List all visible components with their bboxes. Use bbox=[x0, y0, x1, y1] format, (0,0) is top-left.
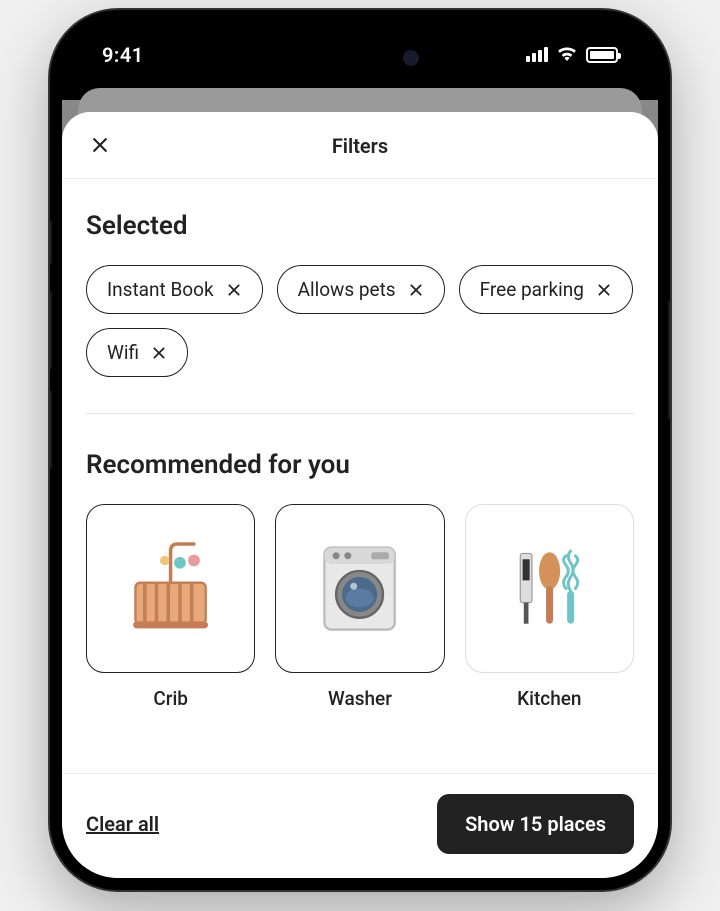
dynamic-island bbox=[285, 38, 435, 78]
modal-header: Filters bbox=[62, 112, 658, 179]
section-divider bbox=[86, 413, 634, 414]
kitchen-icon bbox=[491, 530, 608, 647]
chip-label: Free parking bbox=[480, 278, 584, 301]
battery-icon bbox=[586, 47, 618, 63]
selected-section: Selected Instant Book Allows pets bbox=[86, 211, 634, 377]
chip-free-parking[interactable]: Free parking bbox=[459, 265, 633, 314]
close-icon bbox=[90, 135, 110, 155]
signal-icon bbox=[526, 47, 548, 62]
chip-label: Instant Book bbox=[107, 278, 214, 301]
rec-card-kitchen[interactable] bbox=[465, 504, 634, 673]
recommended-grid: Crib bbox=[86, 504, 634, 710]
washer-icon bbox=[301, 530, 418, 647]
filters-modal: Filters Selected Instant Book bbox=[62, 112, 658, 878]
phone-frame: 9:41 Filters bbox=[50, 10, 670, 890]
rec-card-crib[interactable] bbox=[86, 504, 255, 673]
show-places-button[interactable]: Show 15 places bbox=[437, 794, 634, 854]
remove-icon[interactable] bbox=[408, 282, 424, 298]
modal-body: Selected Instant Book Allows pets bbox=[62, 179, 658, 773]
selected-chips: Instant Book Allows pets bbox=[86, 265, 634, 377]
selected-title: Selected bbox=[86, 211, 634, 241]
phone-screen: 9:41 Filters bbox=[62, 22, 658, 878]
rec-label: Washer bbox=[328, 687, 392, 710]
close-button[interactable] bbox=[86, 131, 114, 159]
phone-side-button bbox=[50, 220, 52, 265]
remove-icon[interactable] bbox=[596, 282, 612, 298]
rec-item-washer: Washer bbox=[275, 504, 444, 710]
app-container: Filters Selected Instant Book bbox=[62, 100, 658, 878]
recommended-section: Recommended for you bbox=[86, 450, 634, 710]
modal-footer: Clear all Show 15 places bbox=[62, 773, 658, 878]
wifi-icon bbox=[556, 45, 578, 65]
rec-label: Crib bbox=[153, 687, 188, 710]
rec-card-washer[interactable] bbox=[275, 504, 444, 673]
crib-icon bbox=[112, 530, 229, 647]
remove-icon[interactable] bbox=[151, 345, 167, 361]
modal-backdrop-hint bbox=[78, 88, 642, 114]
status-icons bbox=[526, 45, 618, 65]
remove-icon[interactable] bbox=[226, 282, 242, 298]
recommended-title: Recommended for you bbox=[86, 450, 634, 480]
phone-side-button bbox=[50, 290, 52, 370]
chip-label: Wifi bbox=[107, 341, 139, 364]
rec-item-kitchen: Kitchen bbox=[465, 504, 634, 710]
rec-item-crib: Crib bbox=[86, 504, 255, 710]
page-title: Filters bbox=[332, 134, 388, 158]
status-time: 9:41 bbox=[102, 43, 144, 67]
clear-all-button[interactable]: Clear all bbox=[86, 812, 159, 836]
chip-allows-pets[interactable]: Allows pets bbox=[277, 265, 445, 314]
rec-label: Kitchen bbox=[517, 687, 581, 710]
chip-wifi[interactable]: Wifi bbox=[86, 328, 188, 377]
chip-instant-book[interactable]: Instant Book bbox=[86, 265, 263, 314]
phone-side-button bbox=[668, 300, 670, 420]
chip-label: Allows pets bbox=[298, 278, 396, 301]
phone-side-button bbox=[50, 390, 52, 470]
